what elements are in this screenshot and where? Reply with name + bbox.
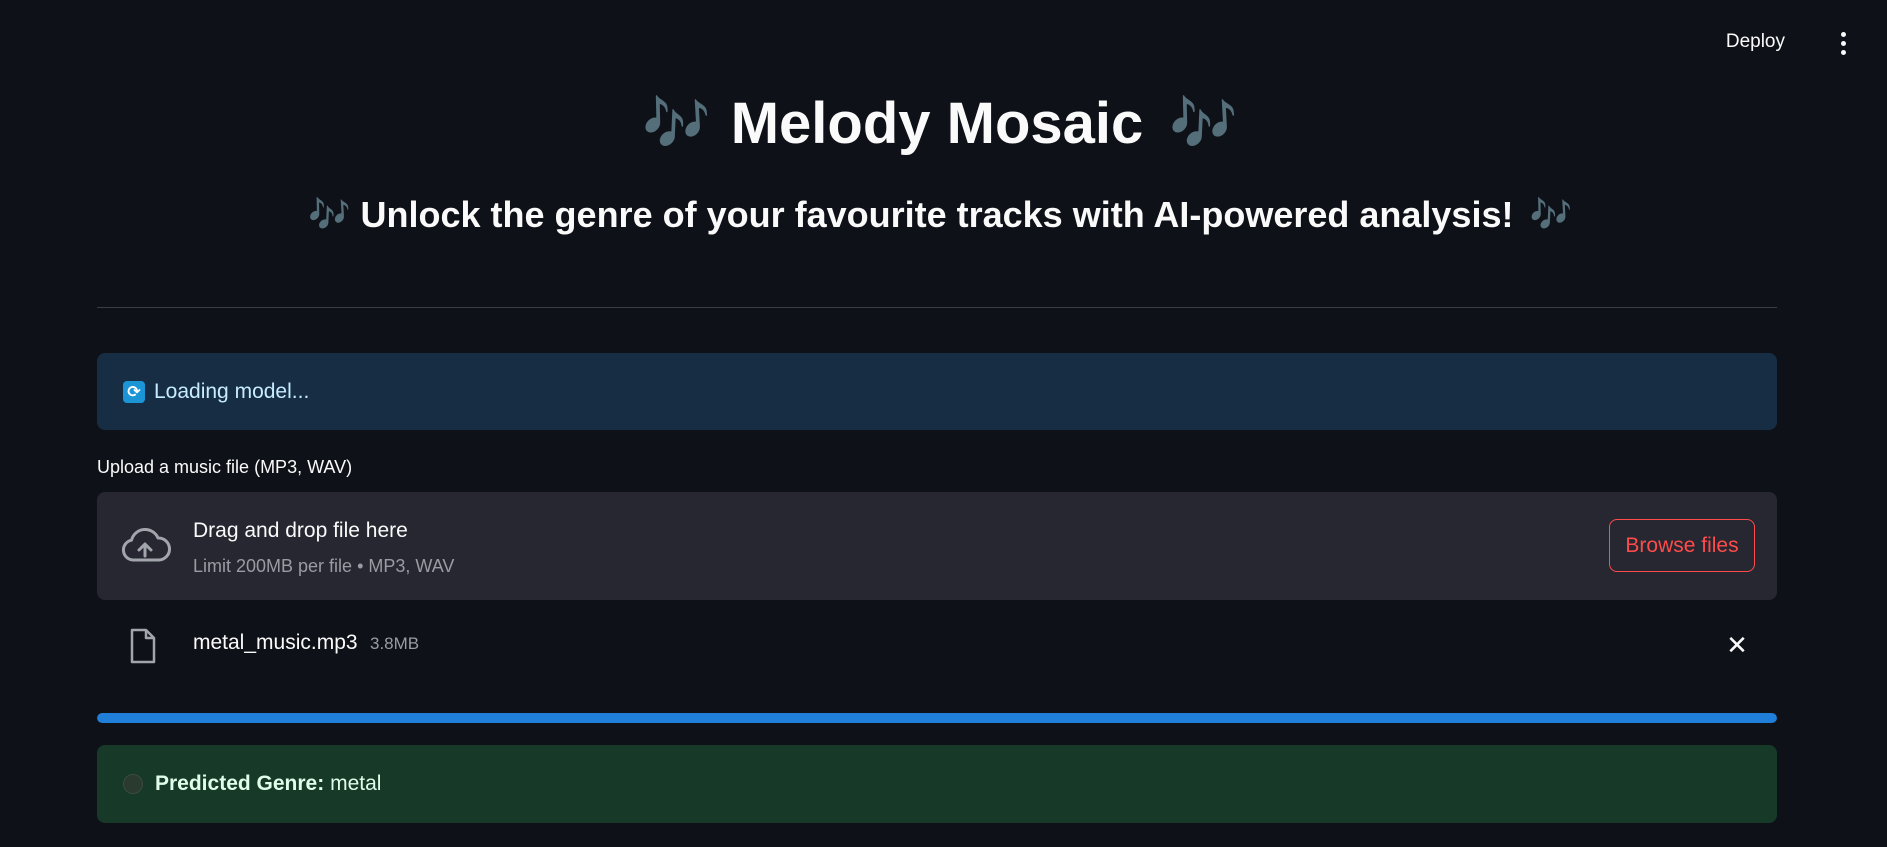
musical-notes-icon: 🎶 xyxy=(642,92,711,154)
dropzone-title: Drag and drop file here xyxy=(193,519,408,542)
menu-dot xyxy=(1840,40,1846,46)
success-alert: Predicted Genre: metal xyxy=(97,745,1777,823)
musical-notes-icon: 🎶 xyxy=(1169,92,1238,154)
cloud-upload-icon xyxy=(121,528,171,562)
browse-files-button[interactable]: Browse files xyxy=(1609,519,1755,572)
close-icon[interactable]: ✕ xyxy=(1724,632,1750,658)
progress-bar xyxy=(97,713,1777,723)
dropzone-limit-text: Limit 200MB per file • MP3, WAV xyxy=(193,556,455,576)
file-dropzone[interactable]: Drag and drop file here Limit 200MB per … xyxy=(97,492,1777,600)
menu-dot xyxy=(1840,31,1846,37)
deploy-button[interactable]: Deploy xyxy=(1720,30,1791,54)
musical-notes-icon: 🎶 xyxy=(1529,196,1572,234)
musical-notes-icon: 🎶 xyxy=(307,196,351,234)
progress-bar-fill xyxy=(97,713,1777,723)
refresh-icon: ⟳ xyxy=(123,380,145,403)
page-subtitle-text: Unlock the genre of your favourite track… xyxy=(360,194,1514,235)
success-alert-text: Predicted Genre: metal xyxy=(155,772,381,796)
result-label: Predicted Genre: xyxy=(155,772,325,795)
file-size: 3.8MB xyxy=(370,634,420,653)
page-title: 🎶 Melody Mosaic 🎶 xyxy=(97,90,1777,157)
file-icon xyxy=(130,628,156,664)
menu-dot xyxy=(1840,49,1846,55)
info-alert-text: Loading model... xyxy=(154,379,310,403)
uploaded-file-row: metal_music.mp3 3.8MB ✕ xyxy=(97,622,1777,672)
file-name: metal_music.mp3 xyxy=(193,631,358,654)
kebab-menu-icon[interactable] xyxy=(1833,30,1853,56)
check-circle-icon xyxy=(123,774,143,794)
top-toolbar: Deploy xyxy=(1587,0,1887,86)
page-title-text: Melody Mosaic xyxy=(730,91,1144,156)
page-subtitle: 🎶 Unlock the genre of your favourite tra… xyxy=(97,194,1777,236)
divider xyxy=(97,307,1777,308)
result-value: metal xyxy=(330,772,382,795)
info-alert: ⟳ Loading model... xyxy=(97,353,1777,430)
uploader-label: Upload a music file (MP3, WAV) xyxy=(97,457,353,477)
